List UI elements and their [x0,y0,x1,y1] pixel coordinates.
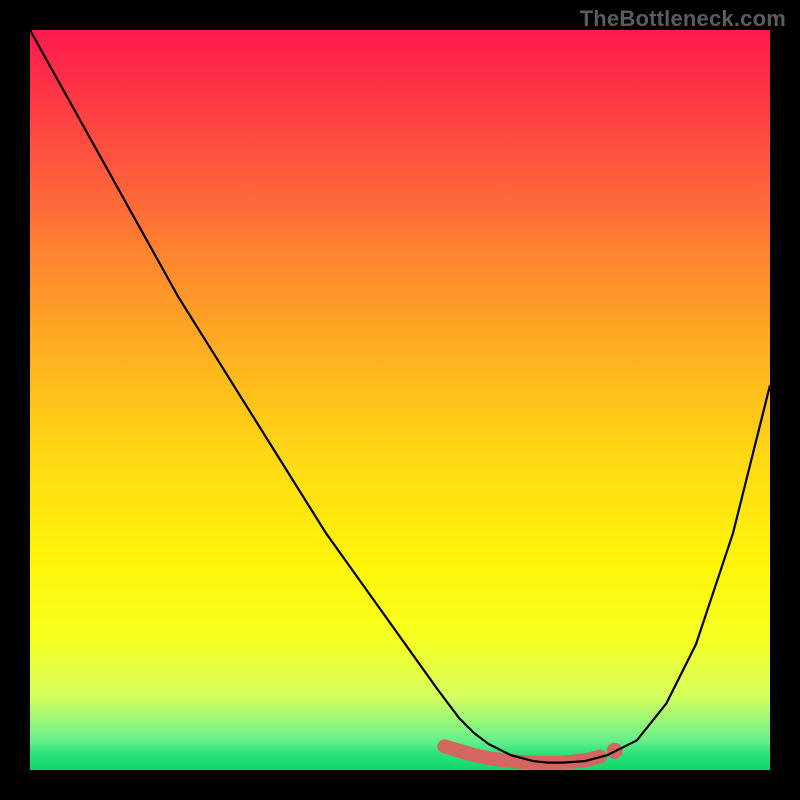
chart-svg [30,30,770,770]
chart-stage: TheBottleneck.com [0,0,800,800]
optimal-range-band [444,746,599,762]
plot-area [30,30,770,770]
bottleneck-curve [30,30,770,763]
watermark-text: TheBottleneck.com [580,6,786,32]
